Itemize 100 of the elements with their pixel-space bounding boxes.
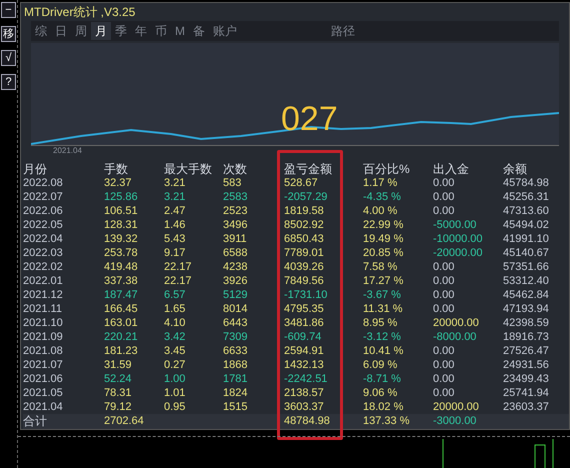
table-cell: 32.37 (104, 176, 132, 190)
table-cell: 2021.05 (23, 386, 63, 400)
table-cell: 41991.10 (503, 232, 549, 246)
table-cell: 2022.05 (23, 218, 63, 232)
table-cell: 2021.06 (23, 372, 63, 386)
side-button[interactable]: ? (1, 74, 16, 90)
table-cell: 0.00 (433, 302, 454, 316)
side-button[interactable]: − (1, 2, 16, 18)
table-cell: 0.27 (164, 358, 186, 372)
tab[interactable]: 综 (31, 22, 51, 40)
table-cell: 7309 (223, 330, 248, 344)
chart-start-label: 2021.04 (53, 146, 82, 156)
tab[interactable]: 周 (71, 22, 91, 40)
table-cell: 6850.43 (284, 232, 324, 246)
table-cell: 53312.40 (503, 274, 549, 288)
tab[interactable]: 年 (131, 22, 151, 40)
table-cell: 25741.94 (503, 386, 549, 400)
tab[interactable]: 季 (111, 22, 131, 40)
table-cell: -609.74 (284, 330, 322, 344)
tab[interactable]: 月 (91, 22, 111, 40)
column-header: 手数 (104, 162, 128, 176)
table-cell: 4.00 % (363, 204, 398, 218)
tab[interactable]: 账户 (209, 22, 241, 40)
table-cell: 47313.60 (503, 204, 549, 218)
table-cell: -1731.10 (284, 288, 328, 302)
table-cell: -3000.00 (433, 414, 476, 429)
column-header: 最大手数 (164, 162, 212, 176)
table-cell: 48784.98 (284, 414, 330, 429)
table-cell: 47193.94 (503, 302, 549, 316)
table-cell: 128.31 (104, 218, 138, 232)
table-cell: 6633 (223, 344, 248, 358)
table-cell: -8.71 % (363, 372, 401, 386)
table-cell: 45140.67 (503, 246, 549, 260)
table-cell: 0.95 (164, 400, 186, 414)
table-cell: 52.24 (104, 372, 132, 386)
table-cell: 2021.11 (23, 302, 62, 316)
table-cell: 166.45 (104, 302, 138, 316)
table-cell: 17.27 % (363, 274, 404, 288)
table-cell: 27526.47 (503, 344, 549, 358)
table-cell: 1824 (223, 386, 248, 400)
table-cell: -3.67 % (363, 288, 401, 302)
table-cell: 0.00 (433, 274, 454, 288)
table-cell: 22.17 (164, 274, 192, 288)
tab[interactable]: 币 (151, 22, 171, 40)
table-cell: 2022.08 (23, 176, 63, 190)
table-cell: 1868 (223, 358, 248, 372)
table-cell: 6.09 % (363, 358, 398, 372)
table-cell: 0.00 (433, 204, 454, 218)
table-cell: 137.33 % (363, 414, 410, 429)
table-cell: 45494.02 (503, 218, 549, 232)
table-cell: 0.00 (433, 344, 454, 358)
table-cell: 2021.04 (23, 400, 63, 414)
tab[interactable]: 日 (51, 22, 71, 40)
table-cell: 19.49 % (363, 232, 404, 246)
table-cell: 7849.56 (284, 274, 324, 288)
table-cell: 0.00 (433, 190, 454, 204)
table-cell: 5129 (223, 288, 248, 302)
table-cell: -3.12 % (363, 330, 401, 344)
table-cell: 1432.13 (284, 358, 324, 372)
total-label: 合计 (23, 414, 47, 429)
table-cell: -20000.00 (433, 246, 483, 260)
tab[interactable]: M (171, 22, 189, 40)
column-header: 次数 (223, 162, 247, 176)
tab[interactable]: 路径 (327, 22, 359, 40)
table-cell: 0.00 (433, 386, 454, 400)
table-cell: 0.00 (433, 288, 454, 302)
table-cell: 24931.56 (503, 358, 549, 372)
table-cell: 2523 (223, 204, 248, 218)
table-cell: 419.48 (104, 260, 138, 274)
table-cell: 1781 (223, 372, 248, 386)
table-cell: 163.01 (104, 316, 138, 330)
table-cell: 528.67 (284, 176, 318, 190)
tab[interactable]: 备 (189, 22, 209, 40)
table-cell: 2583 (223, 190, 248, 204)
table-cell: 2021.12 (23, 288, 63, 302)
table-cell: 583 (223, 176, 242, 190)
side-button[interactable]: 移 (1, 26, 16, 42)
table-cell: 45784.98 (503, 176, 549, 190)
table-cell: 3.42 (164, 330, 186, 344)
table-cell: 18.02 % (363, 400, 404, 414)
table-cell: -2242.51 (284, 372, 328, 386)
table-cell: 2021.08 (23, 344, 63, 358)
table-cell: 8014 (223, 302, 248, 316)
table-cell: 2702.64 (104, 414, 144, 429)
table-cell: 1.00 (164, 372, 186, 386)
table-cell: 9.06 % (363, 386, 398, 400)
table-cell: 7.58 % (363, 260, 398, 274)
table-cell: 4238 (223, 260, 248, 274)
column-header: 出入金 (433, 162, 469, 176)
table-cell: 1.17 % (363, 176, 398, 190)
table-cell: 45462.84 (503, 288, 549, 302)
table-cell: 2021.09 (23, 330, 63, 344)
side-button[interactable]: √ (1, 50, 16, 66)
table-cell: 23499.43 (503, 372, 549, 386)
table-cell: 106.51 (104, 204, 138, 218)
table-cell: 2022.01 (23, 274, 63, 288)
table-cell: 6588 (223, 246, 248, 260)
table-cell: 2022.07 (23, 190, 63, 204)
table-cell: 1.01 (164, 386, 186, 400)
table-cell: 1819.58 (284, 204, 324, 218)
